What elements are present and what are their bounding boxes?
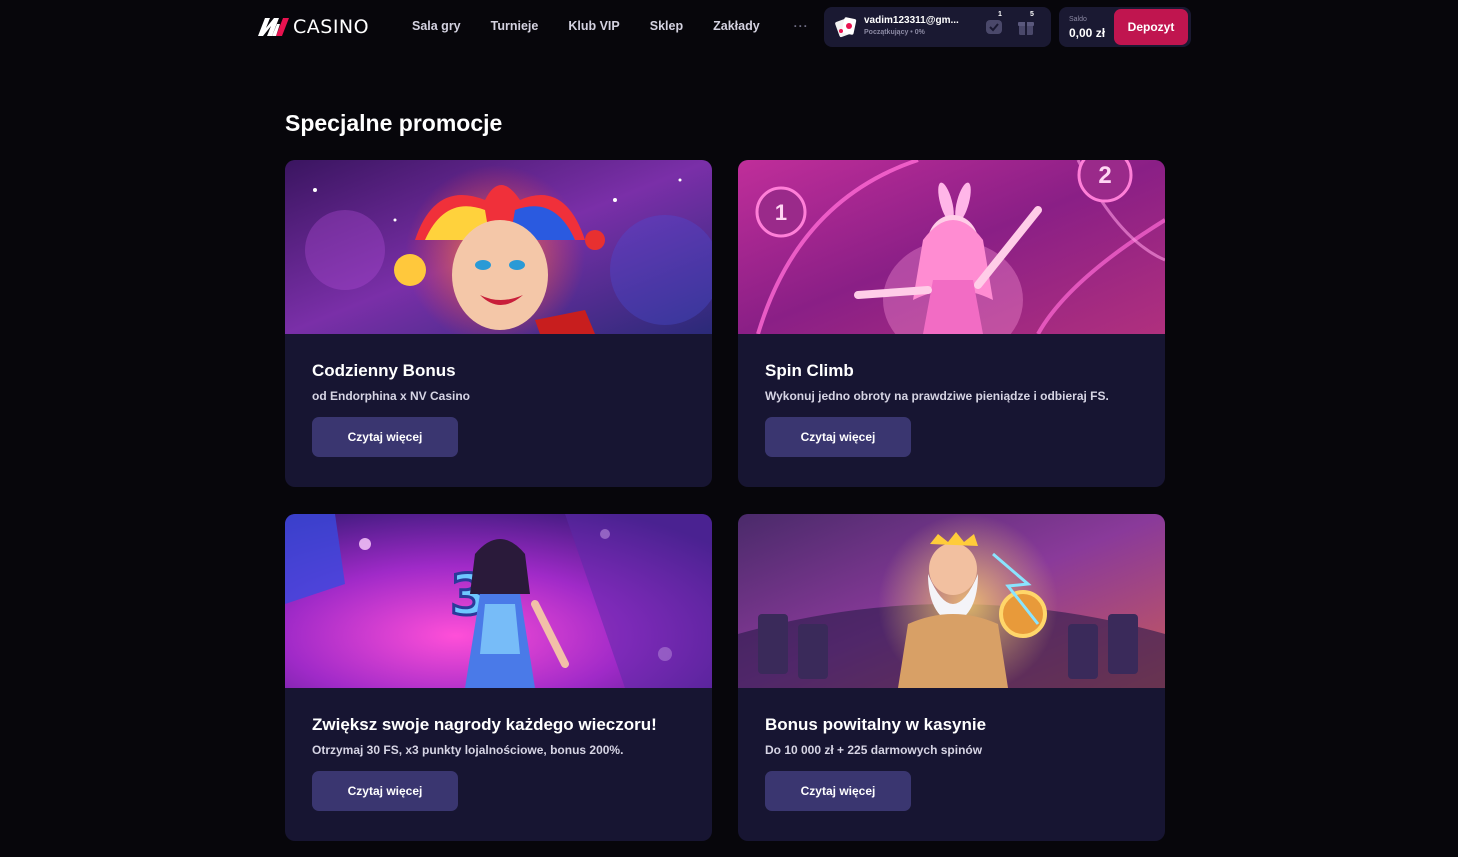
balance-label: Saldo (1069, 16, 1087, 23)
nav-sala-gry[interactable]: Sala gry (412, 19, 461, 33)
more-menu-icon[interactable]: ··· (794, 19, 809, 33)
promo-image-jester (285, 160, 712, 334)
check-count-badge: 1 (998, 11, 1002, 18)
nav-turnieje[interactable]: Turnieje (491, 19, 539, 33)
promo-description: Do 10 000 zł + 225 darmowych spinów (765, 743, 983, 757)
promo-title: Spin Climb (765, 361, 854, 380)
nav-klub-vip[interactable]: Klub VIP (568, 19, 619, 33)
promo-description: Otrzymaj 30 FS, x3 punkty lojalnościowe,… (312, 743, 624, 757)
promo-card-evening-rewards[interactable]: 3 Zwiększ swoje nagrody każdego wieczoru… (285, 514, 712, 841)
avatar (835, 17, 857, 38)
promo-card-spin-climb[interactable]: 1 2 Spin Climb Wykonuj jedno obroty na p… (738, 160, 1165, 487)
step-2-badge: 2 (1098, 162, 1111, 189)
main-nav: Sala gry Turnieje Klub VIP Sklep Zakłady… (412, 19, 809, 33)
promo-card-daily-bonus[interactable]: Codzienny Bonus od Endorphina x NV Casin… (285, 160, 712, 487)
nav-sklep[interactable]: Sklep (650, 19, 683, 33)
read-more-button[interactable]: Czytaj więcej (765, 417, 911, 457)
read-more-button[interactable]: Czytaj więcej (312, 417, 458, 457)
read-more-button[interactable]: Czytaj więcej (765, 771, 911, 811)
page-title: Specjalne promocje (285, 110, 503, 136)
nv-logo-icon (258, 18, 289, 36)
check-icon[interactable] (985, 18, 1003, 36)
top-bar: CASINO Sala gry Turnieje Klub VIP Sklep … (0, 0, 1458, 54)
user-email: vadim123311@gm... (864, 15, 959, 26)
promo-image-neon-girl: 3 (285, 514, 712, 688)
nav-zaklady[interactable]: Zakłady (713, 19, 760, 33)
gift-icon[interactable] (1017, 18, 1035, 36)
logo[interactable]: CASINO (258, 14, 369, 40)
promo-title: Bonus powitalny w kasynie (765, 715, 987, 734)
step-1-badge: 1 (775, 200, 787, 225)
promo-title: Codzienny Bonus (312, 361, 456, 380)
balance-value: 0,00 zł (1069, 26, 1106, 40)
promo-image-zeus (738, 514, 1165, 688)
read-more-button[interactable]: Czytaj więcej (312, 771, 458, 811)
gift-count-badge: 5 (1030, 11, 1034, 18)
user-profile[interactable]: vadim123311@gm... Początkujący • 0% 1 5 (824, 7, 1051, 47)
promo-title: Zwiększ swoje nagrody każdego wieczoru! (312, 715, 657, 734)
wallet: Saldo 0,00 zł Depozyt (1059, 7, 1191, 47)
logo-text: CASINO (293, 16, 370, 38)
user-level: Początkujący • 0% (864, 29, 925, 36)
promo-description: od Endorphina x NV Casino (312, 389, 471, 403)
promo-description: Wykonuj jedno obroty na prawdziwe pienią… (765, 389, 1109, 403)
promo-card-welcome-bonus[interactable]: Bonus powitalny w kasynie Do 10 000 zł +… (738, 514, 1165, 841)
promo-image-spin-climb: 1 2 (738, 160, 1165, 334)
deposit-button[interactable]: Depozyt (1114, 9, 1188, 45)
